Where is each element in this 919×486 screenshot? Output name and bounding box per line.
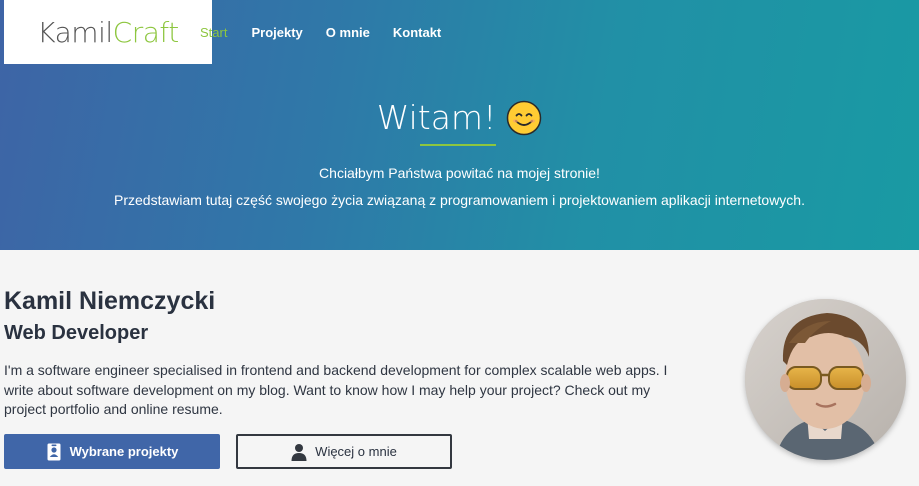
- badge-icon: [46, 443, 62, 461]
- logo-text-part2: Craft: [112, 15, 180, 49]
- logo-text-part1: Kamil: [37, 15, 113, 49]
- nav-item-projekty[interactable]: Projekty: [251, 25, 302, 40]
- profile-bio: I'm a software engineer specialised in f…: [4, 362, 668, 417]
- profile-role: Web Developer: [4, 322, 149, 344]
- smiling-face-icon: [506, 100, 542, 136]
- profile-name: Kamil Niemczycki: [4, 287, 216, 315]
- projects-button-label: Wybrane projekty: [69, 444, 179, 459]
- nav-item-start[interactable]: Start: [200, 25, 227, 40]
- hero-greeting: Chciałbym Państwa powitać na mojej stron…: [319, 165, 600, 181]
- nav-item-o-mnie[interactable]: O mnie: [326, 25, 370, 40]
- hero-title-text: Witam!: [376, 98, 497, 137]
- main-nav: Start Projekty O mnie Kontakt: [200, 0, 464, 64]
- site-logo[interactable]: Kamil Craft: [4, 0, 212, 64]
- hero-heading: Witam!: [0, 98, 919, 137]
- hero-description: Przedstawiam tutaj część swojego życia z…: [114, 192, 805, 208]
- user-icon: [291, 443, 307, 461]
- about-button[interactable]: Więcej o mnie: [236, 434, 452, 469]
- about-button-label: Więcej o mnie: [315, 444, 397, 459]
- projects-button[interactable]: Wybrane projekty: [4, 434, 220, 469]
- nav-item-kontakt[interactable]: Kontakt: [393, 25, 441, 40]
- hero-divider: [420, 144, 496, 146]
- profile-avatar: [745, 299, 906, 460]
